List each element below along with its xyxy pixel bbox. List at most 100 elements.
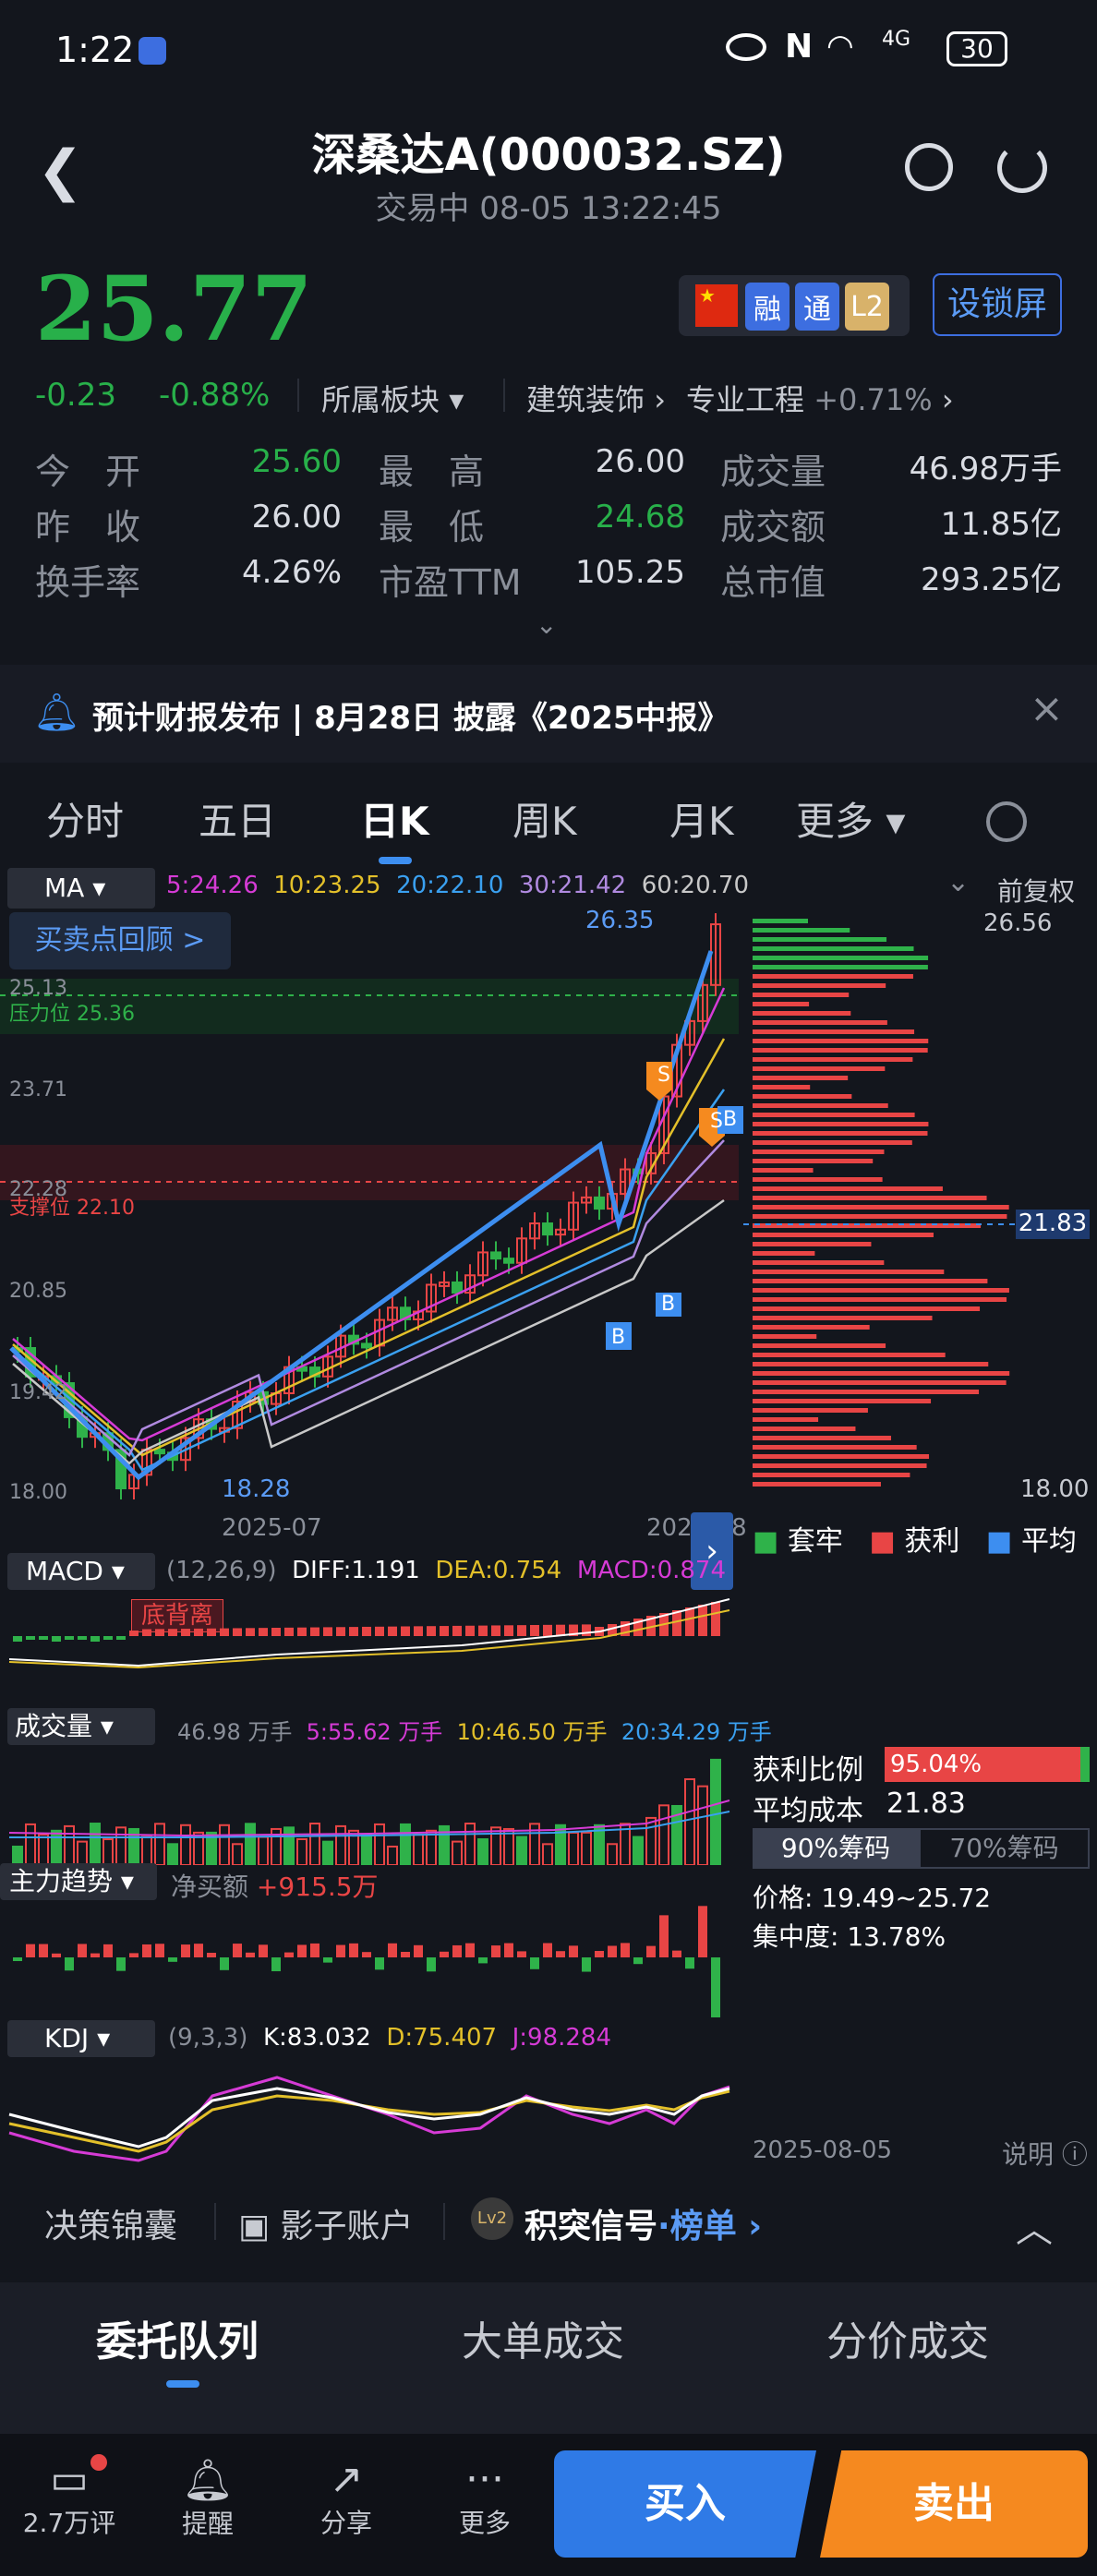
profile-bar <box>753 1270 945 1274</box>
last-price: 25.77 <box>35 257 313 361</box>
flow-value: +915.5万 <box>256 1872 379 1902</box>
volume-bar <box>154 1823 165 1865</box>
ytick-2: 23.71 <box>9 1078 67 1101</box>
share-button[interactable]: ↗ 分享 <box>286 2456 406 2540</box>
xtick-1: 2025-07 <box>222 1514 322 1542</box>
tab-more[interactable]: 更多 ▾ <box>796 790 905 847</box>
profile-bar <box>753 1113 915 1117</box>
vp-top-price: 26.56 <box>983 909 1053 937</box>
kdj-selector[interactable]: KDJ ▾ <box>7 2020 155 2057</box>
comments-button[interactable]: ▭ 2.7万评 <box>9 2456 129 2540</box>
tab-big-trades[interactable]: 大单成交 <box>462 2308 624 2367</box>
buy-marker-label-1: B <box>723 1108 738 1131</box>
profile-bar <box>753 1076 849 1080</box>
sector-link-1[interactable]: 建筑装饰 › <box>526 377 666 419</box>
kdj-values: (9,3,3) K:83.032 D:75.407 J:98.284 <box>168 2024 611 2052</box>
collapse-chevron-icon[interactable]: ︿ <box>1016 2199 1053 2253</box>
main-flow-label: 主力趋势 <box>9 1866 114 1896</box>
buy-button[interactable]: 买入 <box>554 2450 816 2558</box>
volume-bar <box>322 1840 333 1865</box>
ytick-5: 19.42 <box>9 1381 67 1404</box>
refresh-icon[interactable] <box>997 143 1047 193</box>
flow-bar <box>284 1952 294 1957</box>
volume-bar <box>452 1840 463 1865</box>
trade-review-button[interactable]: 买卖点回顾 > <box>9 912 231 969</box>
tab-daily[interactable]: 日K <box>360 790 429 847</box>
shadow-account-label: 影子账户 <box>280 2208 414 2245</box>
sell-button[interactable]: 卖出 <box>820 2450 1088 2558</box>
decision-kit-link[interactable]: 决策锦囊 <box>44 2199 177 2247</box>
flow-bar <box>375 1957 384 1970</box>
close-icon[interactable]: × <box>1030 685 1064 732</box>
flow-values: 净买额 +915.5万 <box>171 1867 379 1904</box>
volume-bar <box>38 1834 49 1865</box>
volume-bar <box>658 1804 669 1865</box>
macd-bar <box>90 1636 100 1642</box>
profile-bar <box>753 974 913 979</box>
tab-weekly[interactable]: 周K <box>512 790 577 847</box>
wifi-icon: ◠ <box>826 28 854 65</box>
profile-bar <box>753 1039 929 1043</box>
profile-bar <box>753 1297 1007 1302</box>
lock-screen-button[interactable]: 设锁屏 <box>933 273 1062 336</box>
sector-link-2[interactable]: 专业工程 +0.71% › <box>686 377 954 419</box>
eye-icon <box>726 33 766 61</box>
macd-bar <box>220 1628 229 1636</box>
flow-bar <box>39 1944 48 1957</box>
sector2-pct: +0.71% <box>814 382 933 417</box>
macd-label: MACD <box>26 1556 103 1586</box>
tab-intraday[interactable]: 分时 <box>46 790 124 847</box>
turnover-label: 换手率 <box>35 562 141 603</box>
kdj-k: K:83.032 <box>262 2024 371 2052</box>
volume-selector[interactable]: 成交量 ▾ <box>7 1708 155 1745</box>
chip-90-tab[interactable]: 90%筹码 <box>753 1828 919 1869</box>
expand-chevron-icon[interactable]: ⌄ <box>536 609 557 640</box>
flow-bar <box>685 1957 694 1969</box>
notification-dot <box>90 2454 107 2471</box>
flow-bar <box>194 1944 203 1957</box>
bell-outline-icon: 🔔︎ <box>182 2457 234 2504</box>
chip-explain-link[interactable]: 说明 ⓘ <box>1002 2135 1088 2172</box>
profit-ratio-label: 获利比例 <box>753 1754 863 1787</box>
profile-bar <box>753 1186 943 1191</box>
signal-link[interactable]: 积突信号·榜单 › <box>524 2199 762 2247</box>
remind-button[interactable]: 🔔︎ 提醒 <box>148 2456 268 2541</box>
macd-selector[interactable]: MACD ▾ <box>7 1553 155 1590</box>
vol-ma10: 10:46.50 万手 <box>456 1719 608 1745</box>
flow-bar <box>698 1906 707 1957</box>
flow-bar <box>659 1915 669 1957</box>
main-flow-selector[interactable]: 主力趋势 ▾ <box>0 1863 157 1900</box>
candle-body <box>490 1251 501 1260</box>
flow-bar <box>116 1957 126 1971</box>
ma-selector[interactable]: MA ▾ <box>7 868 155 909</box>
kline-chart[interactable] <box>0 905 1097 1551</box>
profile-bar <box>753 1445 917 1450</box>
settings-hex-icon[interactable] <box>986 801 1027 842</box>
shadow-account-link[interactable]: ▣ 影子账户 <box>238 2199 413 2247</box>
flow-bar <box>401 1951 410 1957</box>
volume-bar <box>684 1778 695 1865</box>
tab-monthly[interactable]: 月K <box>669 790 734 847</box>
chevron-down-icon[interactable]: ⌄ <box>946 866 970 898</box>
flow-bar <box>427 1957 436 1972</box>
tab-5day[interactable]: 五日 <box>199 790 276 847</box>
adjust-mode[interactable]: 前复权 <box>997 872 1075 909</box>
flow-bar <box>103 1944 113 1957</box>
search-icon[interactable] <box>905 143 953 191</box>
profile-bar <box>753 1242 872 1246</box>
kdj-d: D:75.407 <box>386 2024 498 2052</box>
change-value: -0.23 <box>35 377 116 414</box>
flow-bar <box>440 1951 449 1957</box>
more-button[interactable]: ··· 更多 <box>425 2456 545 2540</box>
chip-70-tab[interactable]: 70%筹码 <box>919 1828 1090 1869</box>
share-icon: ↗ <box>329 2456 364 2503</box>
volume-bar <box>12 1846 23 1865</box>
volume-bar <box>25 1823 36 1865</box>
flow-bar <box>271 1957 281 1971</box>
notice-bar[interactable]: 🔔︎ 预计财报发布 | 8月28日 披露《2025中报》 × <box>0 665 1097 763</box>
flow-bar <box>168 1957 177 1962</box>
tab-order-queue[interactable]: 委托队列 <box>96 2308 259 2367</box>
sector-dropdown[interactable]: 所属板块 ▾ <box>321 377 464 419</box>
ytick-3: 22.28 <box>9 1178 67 1201</box>
tab-price-trades[interactable]: 分价成交 <box>826 2308 989 2367</box>
